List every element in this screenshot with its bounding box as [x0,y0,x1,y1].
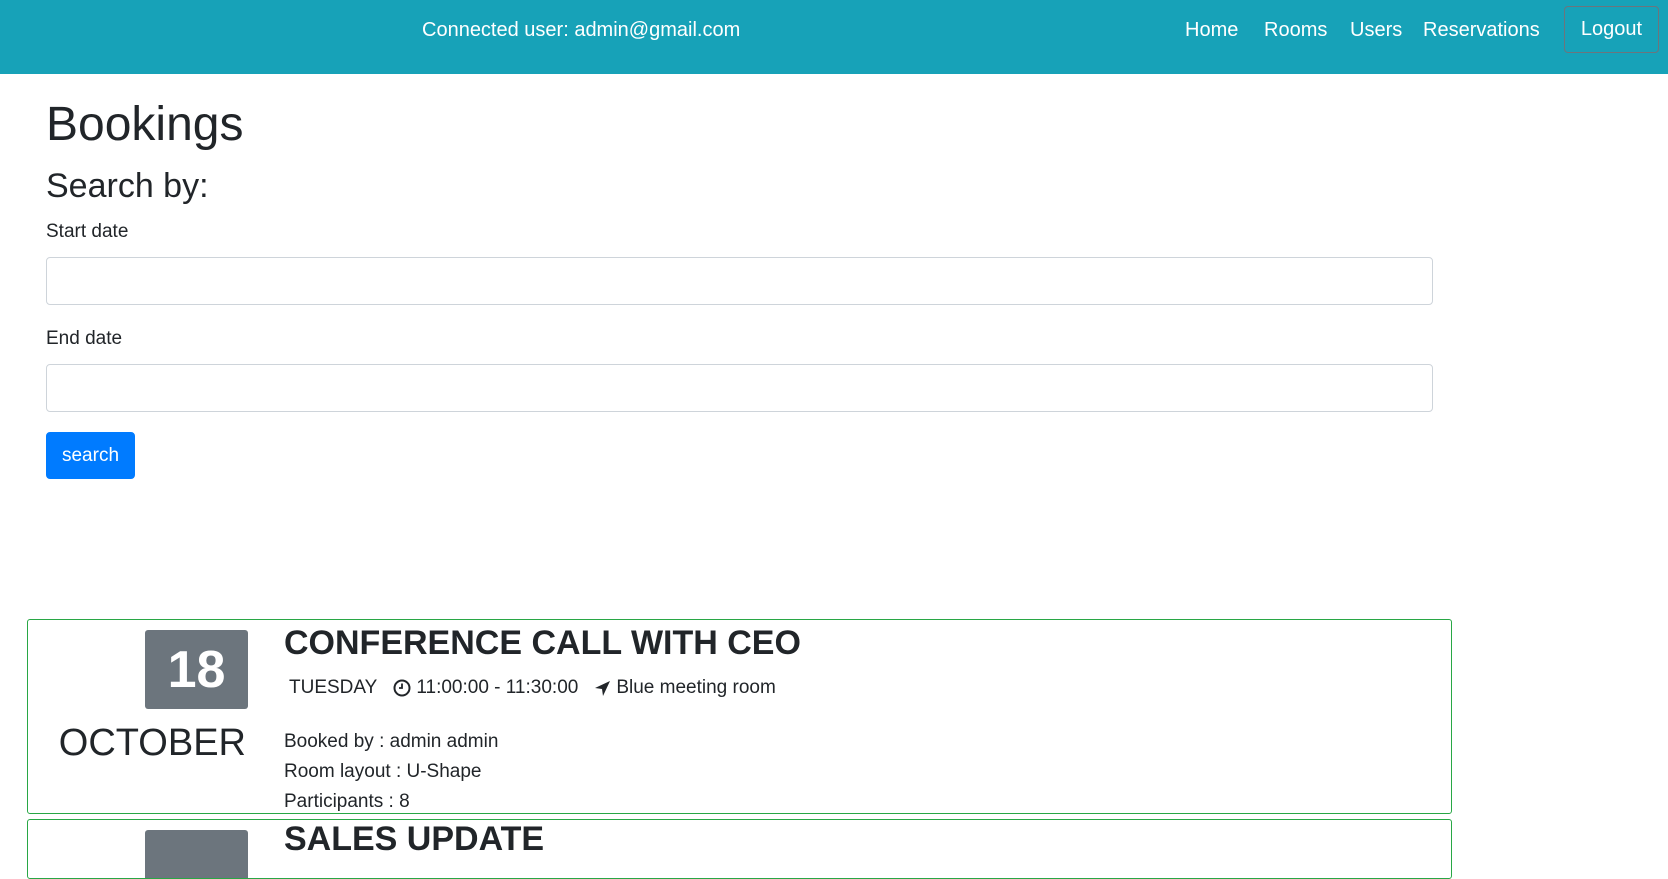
nav-reservations-link[interactable]: Reservations [1423,19,1540,42]
search-heading: Search by: [46,167,209,205]
booking-card: 18 OCTOBER CONFERENCE CALL WITH CEO TUES… [27,619,1452,814]
end-date-input[interactable] [46,364,1433,412]
clock-icon [393,679,411,697]
booking-time-group: 11:00:00 - 11:30:00 [393,677,578,699]
booking-room: Blue meeting room [616,677,776,698]
booking-booked-by: Booked by : admin admin [284,731,499,752]
booking-day-badge: 18 [145,630,248,709]
top-navbar: Connected user: admin@gmail.com Home Roo… [0,0,1668,74]
booking-room-layout: Room layout : U-Shape [284,761,482,782]
start-date-input[interactable] [46,257,1433,305]
booking-participants: Participants : 8 [284,791,410,812]
connected-user-label: Connected user: admin@gmail.com [422,19,741,41]
nav-home-link[interactable]: Home [1185,19,1238,42]
location-arrow-icon [595,680,611,696]
nav-rooms-link[interactable]: Rooms [1264,19,1327,42]
booking-time: 11:00:00 - 11:30:00 [416,677,579,698]
booking-room-group: Blue meeting room [594,677,776,699]
booking-title: SALES UPDATE [284,820,545,858]
booking-weekday: TUESDAY [289,677,378,698]
booking-month: OCTOBER [58,722,246,764]
booking-day-badge [145,830,248,878]
page-title: Bookings [46,98,244,151]
booking-meta: TUESDAY 11:00:00 - 11:30:00 Blue meeting… [289,677,792,699]
booking-title: CONFERENCE CALL WITH CEO [284,624,801,662]
start-date-label: Start date [46,221,129,242]
end-date-label: End date [46,328,123,349]
nav-users-link[interactable]: Users [1350,19,1402,42]
booking-card: SALES UPDATE [27,819,1452,879]
logout-button[interactable]: Logout [1564,6,1659,53]
booking-details: Booked by : admin admin Room layout : U-… [284,727,498,817]
search-button[interactable]: search [46,432,135,479]
